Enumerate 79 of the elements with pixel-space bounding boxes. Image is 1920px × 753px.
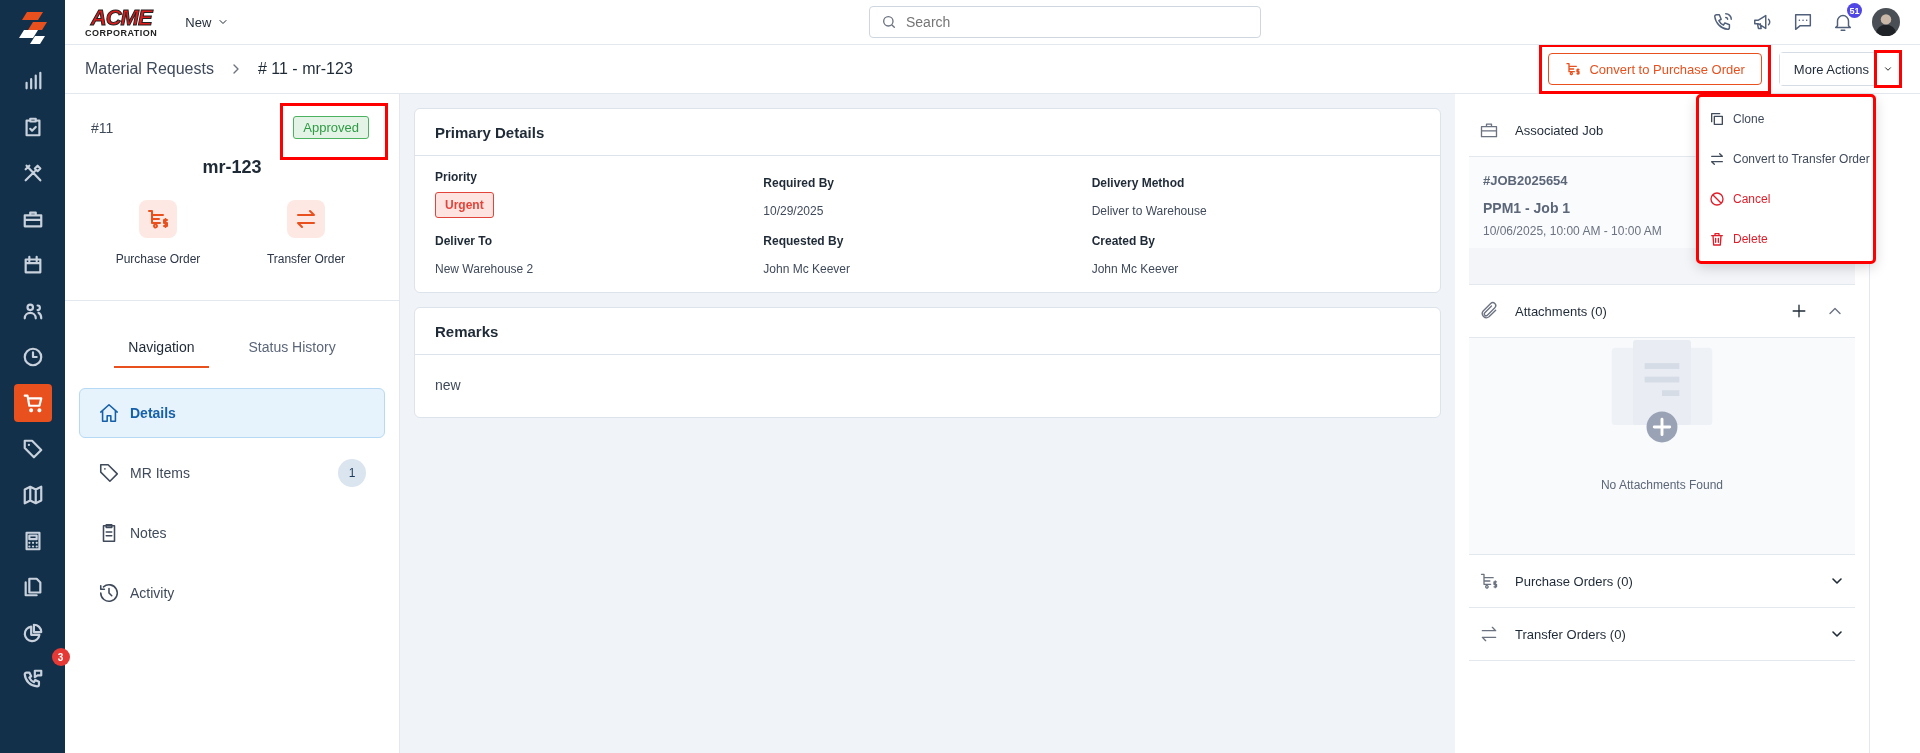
- field-label: Required By: [763, 176, 835, 190]
- sidebar-item[interactable]: [13, 384, 52, 422]
- quick-action-label: Purchase Order: [115, 252, 201, 266]
- field-value: New Warehouse 2: [435, 262, 535, 276]
- empty-state-text: No Attachments Found: [1600, 478, 1724, 492]
- nav-item[interactable]: MR Items 1: [79, 448, 385, 498]
- avatar[interactable]: [1872, 8, 1900, 36]
- record-title: mr-123: [201, 157, 263, 178]
- search-icon: [881, 14, 897, 30]
- nav-label: Activity: [130, 585, 175, 601]
- copy-icon: [1709, 111, 1725, 127]
- status-badge: Approved: [293, 116, 369, 139]
- nav-item[interactable]: Details: [79, 388, 385, 438]
- card-title: Primary Details: [415, 109, 1440, 156]
- pie-chart-icon: [21, 622, 44, 644]
- new-menu-button[interactable]: New: [179, 13, 236, 31]
- home-icon: [98, 402, 120, 424]
- tag-icon: [21, 438, 44, 460]
- nav-label: MR Items: [130, 465, 190, 481]
- menu-item[interactable]: Convert to Transfer Order: [1697, 139, 1875, 179]
- count-badge: 1: [338, 459, 366, 487]
- notification-badge: 51: [1847, 3, 1862, 18]
- menu-item[interactable]: Cancel: [1697, 179, 1875, 219]
- quick-action-label: Transfer Order: [266, 252, 346, 266]
- job-title: PPM1 - Job 1: [1483, 200, 1572, 216]
- menu-item[interactable]: Delete: [1697, 219, 1875, 259]
- company-logo[interactable]: ACME CORPORATION: [85, 6, 158, 38]
- swap-arrows-icon: [294, 207, 318, 231]
- breadcrumb-link[interactable]: Material Requests: [85, 60, 214, 78]
- transfer-order-button[interactable]: [287, 200, 325, 238]
- field-label: Created By: [1091, 234, 1156, 248]
- cart-icon: [1479, 571, 1499, 591]
- cart-icon: [21, 392, 44, 414]
- purchase-order-button[interactable]: [139, 200, 177, 238]
- nav-label: Notes: [130, 525, 167, 541]
- count-badge: 3: [51, 648, 70, 666]
- menu-item[interactable]: Clone: [1697, 99, 1875, 139]
- ban-icon: [1709, 191, 1725, 207]
- breadcrumb-current: # 11 - mr-123: [257, 60, 353, 78]
- section-title: Transfer Orders (0): [1515, 626, 1626, 642]
- job-time: 10/06/2025, 10:00 AM - 10:00 AM: [1483, 224, 1663, 238]
- cart-icon: [1565, 61, 1582, 77]
- field-value: Deliver to Warehouse: [1091, 204, 1208, 218]
- job-number: #JOB2025654: [1483, 173, 1569, 188]
- field-label: Delivery Method: [1091, 176, 1186, 190]
- tag-icon: [98, 462, 120, 484]
- swap-arrows-icon: [1709, 151, 1725, 167]
- section-title: Attachments (0): [1515, 303, 1607, 319]
- field-label: Deliver To: [435, 234, 494, 248]
- trash-icon: [1709, 231, 1725, 247]
- tab[interactable]: Status History: [234, 331, 350, 368]
- record-number: #11: [91, 119, 114, 136]
- convert-to-purchase-order-button[interactable]: Convert to Purchase Order: [1548, 53, 1762, 85]
- paperclip-icon: [1479, 301, 1499, 321]
- clock-icon: [21, 346, 44, 368]
- chat-icon[interactable]: [1792, 11, 1814, 33]
- field-label: Priority: [435, 170, 478, 184]
- nav-label: Details: [130, 405, 176, 421]
- section-title: Purchase Orders (0): [1515, 573, 1633, 589]
- remarks-text: new: [434, 376, 462, 395]
- more-actions-toggle[interactable]: [1877, 53, 1899, 85]
- section-title: Associated Job: [1515, 122, 1604, 138]
- nav-item[interactable]: Notes: [79, 508, 385, 558]
- search-field[interactable]: Search: [869, 6, 1261, 38]
- phone-chat-icon: [21, 668, 44, 690]
- card-title: Remarks: [415, 308, 1440, 355]
- nav-item[interactable]: Activity: [79, 568, 385, 618]
- briefcase-icon: [21, 208, 44, 230]
- tab[interactable]: Navigation: [114, 331, 209, 368]
- field-label: Requested By: [763, 234, 845, 248]
- cart-icon: [146, 207, 170, 231]
- history-icon: [98, 582, 120, 604]
- phone-icon[interactable]: [1712, 11, 1734, 33]
- swap-arrows-icon: [1479, 624, 1499, 644]
- priority-badge: Urgent: [435, 192, 494, 218]
- field-value: John Mc Keever: [763, 262, 852, 276]
- map-icon: [21, 484, 44, 506]
- field-value: 10/29/2025: [763, 204, 825, 218]
- field-value: John Mc Keever: [1091, 262, 1180, 276]
